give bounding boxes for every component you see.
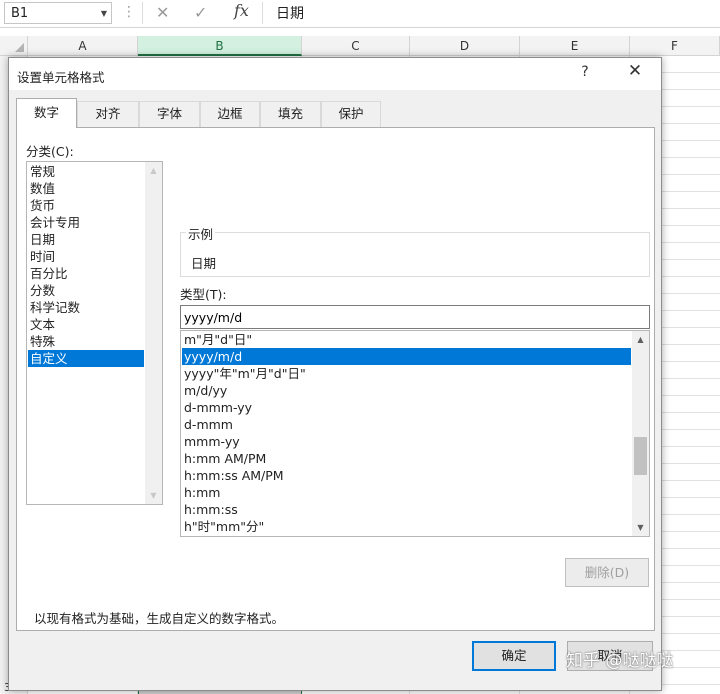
scroll-up-icon[interactable]: ▲ bbox=[632, 331, 649, 348]
name-box[interactable]: B1 ▼ bbox=[4, 2, 112, 24]
scroll-down-icon[interactable]: ▼ bbox=[632, 519, 649, 536]
insert-function-icon[interactable]: fx bbox=[234, 1, 249, 20]
type-list-item[interactable]: h:mm:ss bbox=[182, 501, 631, 518]
category-item[interactable]: 数值 bbox=[28, 180, 144, 197]
tab-alignment[interactable]: 对齐 bbox=[77, 101, 139, 127]
column-header-d[interactable]: D bbox=[410, 36, 520, 56]
scroll-up-icon[interactable]: ▲ bbox=[145, 162, 162, 179]
column-header-a[interactable]: A bbox=[28, 36, 138, 56]
divider bbox=[262, 2, 263, 24]
help-button[interactable]: ? bbox=[573, 64, 597, 84]
type-list[interactable]: m"月"d"日" yyyy/m/d yyyy"年"m"月"d"日" m/d/yy d-m… bbox=[180, 330, 650, 537]
type-list-item[interactable]: d-mmm bbox=[182, 416, 631, 433]
type-list-item[interactable]: h:mm AM/PM bbox=[182, 450, 631, 467]
tab-fill[interactable]: 填充 bbox=[260, 101, 321, 127]
column-header-c[interactable]: C bbox=[302, 36, 410, 56]
category-list[interactable]: 常规 数值 货币 会计专用 日期 时间 百分比 分数 科学记数 文本 特殊 自定义 ▲ ▼ bbox=[26, 161, 163, 505]
category-item[interactable]: 货币 bbox=[28, 197, 144, 214]
watermark: 知乎 @哒哒哒 bbox=[566, 651, 674, 671]
more-options-icon: ⋮ bbox=[122, 4, 136, 20]
sample-group: 示例 日期 bbox=[180, 224, 650, 277]
chevron-down-icon[interactable]: ▼ bbox=[101, 9, 107, 18]
scroll-thumb[interactable] bbox=[634, 437, 647, 475]
format-description: 以现有格式为基础，生成自定义的数字格式。 bbox=[34, 611, 285, 626]
sample-value: 日期 bbox=[191, 256, 217, 271]
column-header-e[interactable]: E bbox=[520, 36, 630, 56]
type-list-item[interactable]: mmm-yy bbox=[182, 433, 631, 450]
tab-font[interactable]: 字体 bbox=[139, 101, 200, 127]
type-list-item[interactable]: m/d/yy bbox=[182, 382, 631, 399]
dialog-titlebar[interactable]: 设置单元格格式 ? ✕ bbox=[9, 58, 661, 90]
type-list-item[interactable]: h"时"mm"分" bbox=[182, 518, 631, 535]
category-item[interactable]: 时间 bbox=[28, 248, 144, 265]
enter-check-icon[interactable]: ✓ bbox=[194, 3, 207, 22]
name-box-value: B1 bbox=[11, 6, 29, 21]
category-item[interactable]: 百分比 bbox=[28, 265, 144, 282]
type-input[interactable] bbox=[181, 306, 649, 328]
dialog-title: 设置单元格格式 bbox=[17, 70, 105, 85]
close-button[interactable]: ✕ bbox=[621, 61, 649, 85]
select-all-corner[interactable] bbox=[0, 36, 28, 56]
formula-bar: B1 ▼ ⋮ ✕ ✓ fx 日期 bbox=[0, 0, 720, 28]
type-list-item[interactable]: d-mmm-yy bbox=[182, 399, 631, 416]
divider bbox=[142, 2, 143, 24]
tab-protection[interactable]: 保护 bbox=[321, 101, 381, 127]
type-label: 类型(T): bbox=[180, 287, 227, 302]
category-item[interactable]: 分数 bbox=[28, 282, 144, 299]
delete-button[interactable]: 删除(D) bbox=[565, 558, 649, 587]
category-item[interactable]: 日期 bbox=[28, 231, 144, 248]
scroll-down-icon[interactable]: ▼ bbox=[145, 487, 162, 504]
sample-label: 示例 bbox=[186, 224, 216, 243]
category-item[interactable]: 科学记数 bbox=[28, 299, 144, 316]
tab-number[interactable]: 数字 bbox=[16, 98, 77, 128]
column-header-b[interactable]: B bbox=[138, 36, 302, 56]
category-item[interactable]: 文本 bbox=[28, 316, 144, 333]
ok-button[interactable]: 确定 bbox=[472, 641, 556, 671]
type-list-item[interactable]: yyyy/m/d bbox=[182, 348, 631, 365]
type-list-item[interactable]: yyyy"年"m"月"d"日" bbox=[182, 365, 631, 382]
formula-input[interactable]: 日期 bbox=[276, 3, 304, 23]
type-list-item[interactable]: h:mm:ss AM/PM bbox=[182, 467, 631, 484]
tab-border[interactable]: 边框 bbox=[200, 101, 260, 127]
tab-panel-number: 分类(C): 常规 数值 货币 会计专用 日期 时间 百分比 分数 科学记数 文本 特殊 自定义 ▲ … bbox=[16, 127, 655, 631]
type-scrollbar[interactable]: ▲ ▼ bbox=[632, 331, 649, 536]
category-item[interactable]: 会计专用 bbox=[28, 214, 144, 231]
type-input-box[interactable] bbox=[180, 305, 650, 329]
category-item[interactable]: 特殊 bbox=[28, 333, 144, 350]
type-list-item[interactable]: h:mm bbox=[182, 484, 631, 501]
format-cells-dialog: 设置单元格格式 ? ✕ 数字 对齐 字体 边框 填充 保护 分类(C): 常规数… bbox=[8, 57, 662, 691]
category-item[interactable]: 自定义 bbox=[28, 350, 144, 367]
category-scrollbar[interactable]: ▲ ▼ bbox=[145, 162, 162, 504]
type-list-item[interactable]: m"月"d"日" bbox=[182, 331, 631, 348]
column-header-f[interactable]: F bbox=[630, 36, 720, 56]
category-label: 分类(C): bbox=[26, 144, 74, 159]
cancel-icon[interactable]: ✕ bbox=[156, 3, 169, 22]
category-item[interactable]: 常规 bbox=[28, 163, 144, 180]
